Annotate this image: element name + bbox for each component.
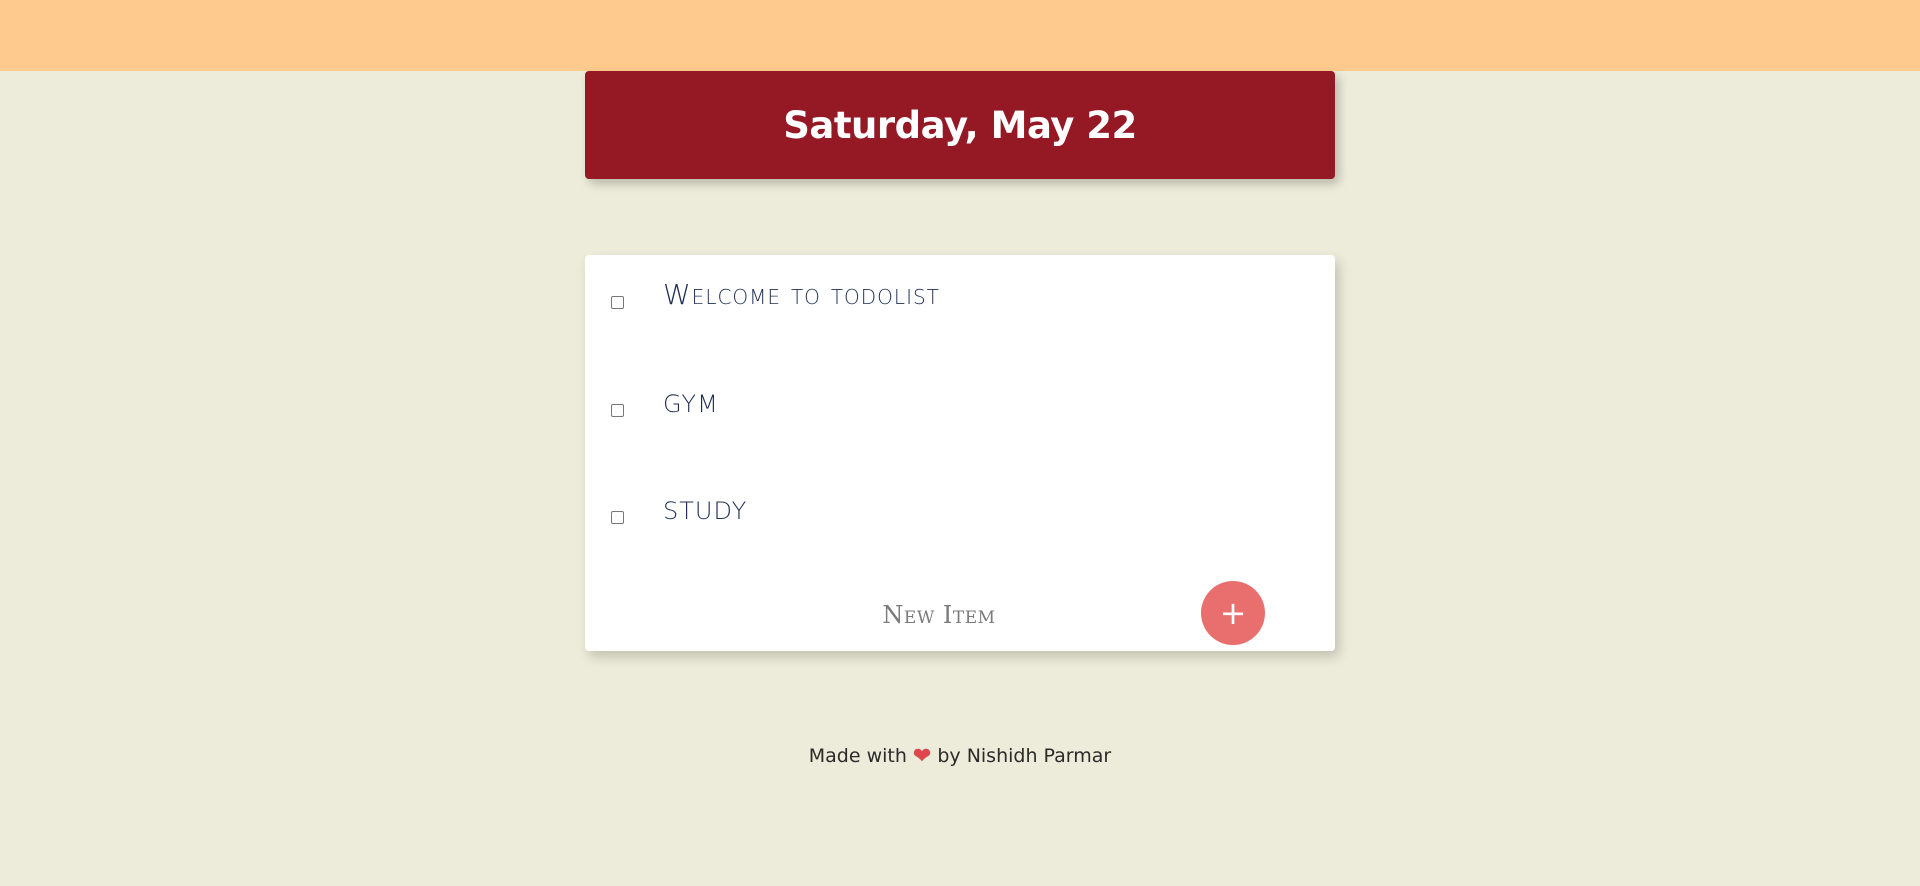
heart-icon: ❤ <box>912 744 932 769</box>
date-header: Saturday, May 22 <box>585 71 1335 179</box>
footer: Made with ❤ by Nishidh Parmar <box>0 744 1920 769</box>
list-item: GYM <box>585 390 1335 450</box>
todo-checkbox[interactable] <box>611 404 624 417</box>
top-band <box>0 0 1920 71</box>
todo-checkbox[interactable] <box>611 511 624 524</box>
new-item-input[interactable] <box>727 594 1151 636</box>
footer-author: by Nishidh Parmar <box>937 745 1112 767</box>
todo-label: STUDY <box>663 497 748 525</box>
page-title: Saturday, May 22 <box>783 103 1137 147</box>
footer-prefix: Made with <box>808 745 907 767</box>
list-item: STUDY <box>585 497 1335 557</box>
todo-checkbox[interactable] <box>611 296 624 309</box>
list-item: Welcome to todolist <box>585 278 1335 342</box>
todo-label: Welcome to todolist <box>663 278 940 311</box>
todo-label: GYM <box>663 390 719 418</box>
add-item-button[interactable]: + <box>1201 581 1265 645</box>
